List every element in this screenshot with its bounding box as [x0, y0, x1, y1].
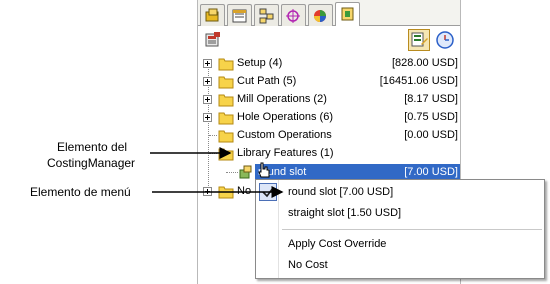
selected-item-highlight[interactable]: round slot [7.00 USD] — [255, 164, 460, 180]
context-menu: round slot [7.00 USD] straight slot [1.5… — [255, 179, 545, 279]
hand-cursor-icon — [258, 162, 270, 178]
tree-item-library-features[interactable]: Library Features (1) — [198, 145, 460, 163]
dimxpert-manager-icon — [286, 9, 300, 23]
manager-tab-bar — [198, 0, 460, 26]
tree-item-setup[interactable]: Setup (4) [828.00 USD] — [198, 55, 460, 73]
configuration-manager-icon — [259, 8, 274, 24]
expand-icon[interactable] — [203, 187, 212, 196]
expand-icon[interactable] — [203, 59, 212, 68]
display-manager-icon — [314, 10, 326, 22]
costing-template-icon[interactable] — [203, 30, 223, 50]
tab-dimxpert-manager[interactable] — [281, 4, 306, 26]
tree-item-custom-operations[interactable]: Custom Operations [0.00 USD] — [198, 127, 460, 145]
menu-item-apply-cost-override[interactable]: Apply Cost Override — [288, 238, 386, 250]
annotation-costing-item-line1: Elemento del — [57, 140, 128, 154]
costing-toolbar — [198, 27, 460, 53]
menu-item-no-cost[interactable]: No Cost — [288, 259, 328, 271]
folder-icon — [218, 58, 234, 71]
property-manager-icon — [232, 9, 247, 23]
folder-icon — [218, 94, 234, 107]
tab-display-manager[interactable] — [308, 4, 333, 26]
library-feature-icon — [239, 165, 252, 179]
tree-item-mill-operations[interactable]: Mill Operations (2) [8.17 USD] — [198, 91, 460, 109]
folder-icon — [218, 76, 234, 89]
cost-override-button[interactable] — [408, 29, 430, 51]
folder-icon — [218, 148, 234, 161]
expand-icon[interactable] — [203, 113, 212, 122]
menu-item-straight-slot[interactable]: straight slot [1.50 USD] — [288, 207, 401, 219]
folder-icon — [218, 130, 234, 143]
tab-property-manager[interactable] — [227, 4, 252, 26]
clock-icon[interactable] — [435, 30, 455, 50]
tab-feature-manager[interactable] — [200, 4, 225, 26]
menu-separator — [282, 229, 542, 230]
feature-manager-icon — [205, 8, 219, 22]
tab-configuration-manager[interactable] — [254, 4, 279, 26]
annotation-costing-item-line2: CostingManager — [47, 156, 136, 170]
checkmark-icon — [259, 183, 277, 201]
folder-icon — [218, 186, 234, 199]
tab-costing-manager[interactable] — [335, 2, 360, 26]
costing-manager-icon — [341, 7, 354, 21]
tree-item-hole-operations[interactable]: Hole Operations (6) [0.75 USD] — [198, 109, 460, 127]
annotation-menu-item: Elemento de menú — [30, 185, 131, 199]
menu-item-round-slot[interactable]: round slot [7.00 USD] — [288, 186, 393, 198]
expand-icon[interactable] — [203, 95, 212, 104]
tree-item-cut-path[interactable]: Cut Path (5) [16451.06 USD] — [198, 73, 460, 91]
list-edit-icon — [411, 32, 428, 47]
folder-icon — [218, 112, 234, 125]
expand-icon[interactable] — [203, 77, 212, 86]
